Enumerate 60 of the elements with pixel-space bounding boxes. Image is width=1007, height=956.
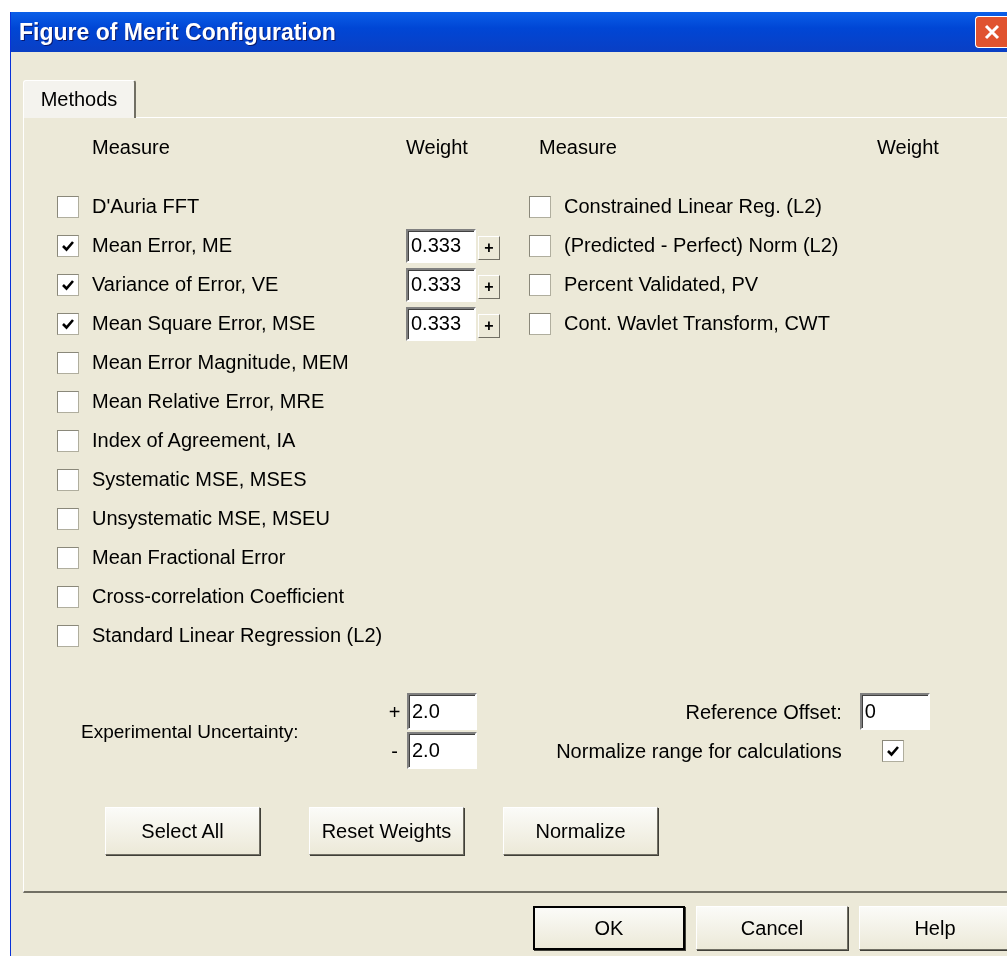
checkbox[interactable] — [57, 429, 79, 452]
checkbox[interactable] — [57, 312, 79, 335]
checkbox[interactable] — [529, 195, 551, 218]
checkbox[interactable] — [57, 624, 79, 647]
reference-offset-field[interactable]: 0 — [859, 693, 930, 730]
measure-label: Unsystematic MSE, MSEU — [92, 507, 330, 530]
column-header: Weight — [406, 136, 469, 159]
checkbox[interactable] — [57, 507, 79, 530]
column-header: Measure — [538, 136, 617, 159]
measure-label: Mean Square Error, MSE — [92, 312, 316, 335]
tab[interactable]: Methods — [23, 80, 136, 118]
measure-label: D'Auria FFT — [92, 195, 200, 218]
checkbox[interactable] — [57, 546, 79, 569]
reference-offset-label: Reference Offset: — [685, 700, 842, 724]
checkbox[interactable] — [881, 740, 904, 762]
weight-field[interactable]: 0.333 — [406, 228, 476, 263]
measure-label: Constrained Linear Reg. (L2) — [564, 195, 822, 218]
increment-button[interactable]: + — [478, 313, 500, 338]
upper-uncertainty-field[interactable]: 2.0 — [407, 693, 477, 730]
minus-sign: - — [391, 739, 398, 763]
lower-uncertainty-field[interactable]: 2.0 — [407, 732, 477, 769]
uncertainty-label: Experimental Uncertainty: — [81, 720, 300, 743]
measure-label: Index of Agreement, IA — [92, 429, 296, 452]
measure-label: Standard Linear Regression (L2) — [92, 624, 383, 647]
measure-label: Cross-correlation Coefficient — [92, 585, 344, 608]
increment-button[interactable]: + — [478, 274, 500, 299]
checkbox[interactable] — [57, 234, 79, 257]
weight-field[interactable]: 0.333 — [406, 306, 476, 341]
checkbox[interactable] — [57, 351, 79, 374]
checkbox[interactable] — [57, 585, 79, 608]
measure-label: Cont. Wavlet Transform, CWT — [564, 312, 830, 335]
dialog-button[interactable]: Help — [859, 906, 1007, 950]
dialog-button[interactable]: OK — [533, 906, 685, 950]
measure-label: Percent Validated, PV — [564, 273, 759, 296]
measure-label: Systematic MSE, MSES — [92, 468, 307, 491]
dialog-button[interactable]: Cancel — [696, 906, 848, 950]
action-button[interactable]: Select All — [105, 807, 260, 855]
checkbox[interactable] — [529, 234, 551, 257]
measure-label: Mean Error, ME — [92, 234, 233, 257]
measure-label: Mean Error Magnitude, MEM — [92, 351, 349, 374]
measure-label: Variance of Error, VE — [92, 273, 279, 296]
measure-label: Mean Fractional Error — [92, 546, 286, 569]
window-title: Figure of Merit Configuration — [19, 18, 336, 46]
checkbox[interactable] — [57, 273, 79, 296]
weight-field[interactable]: 0.333 — [406, 267, 476, 302]
normalize-range-label: Normalize range for calculations — [556, 739, 842, 763]
column-header: Weight — [876, 136, 939, 159]
action-button[interactable]: Reset Weights — [309, 807, 464, 855]
measure-label: Mean Relative Error, MRE — [92, 390, 325, 413]
action-button[interactable]: Normalize — [503, 807, 658, 855]
checkbox[interactable] — [529, 312, 551, 335]
plus-sign: + — [388, 700, 401, 724]
checkbox[interactable] — [57, 195, 79, 218]
increment-button[interactable]: + — [478, 235, 500, 260]
checkbox[interactable] — [57, 390, 79, 413]
close-button[interactable] — [975, 16, 1007, 48]
measure-label: (Predicted - Perfect) Norm (L2) — [564, 234, 839, 257]
column-header: Measure — [91, 136, 171, 159]
checkbox[interactable] — [57, 468, 79, 491]
checkbox[interactable] — [529, 273, 551, 296]
